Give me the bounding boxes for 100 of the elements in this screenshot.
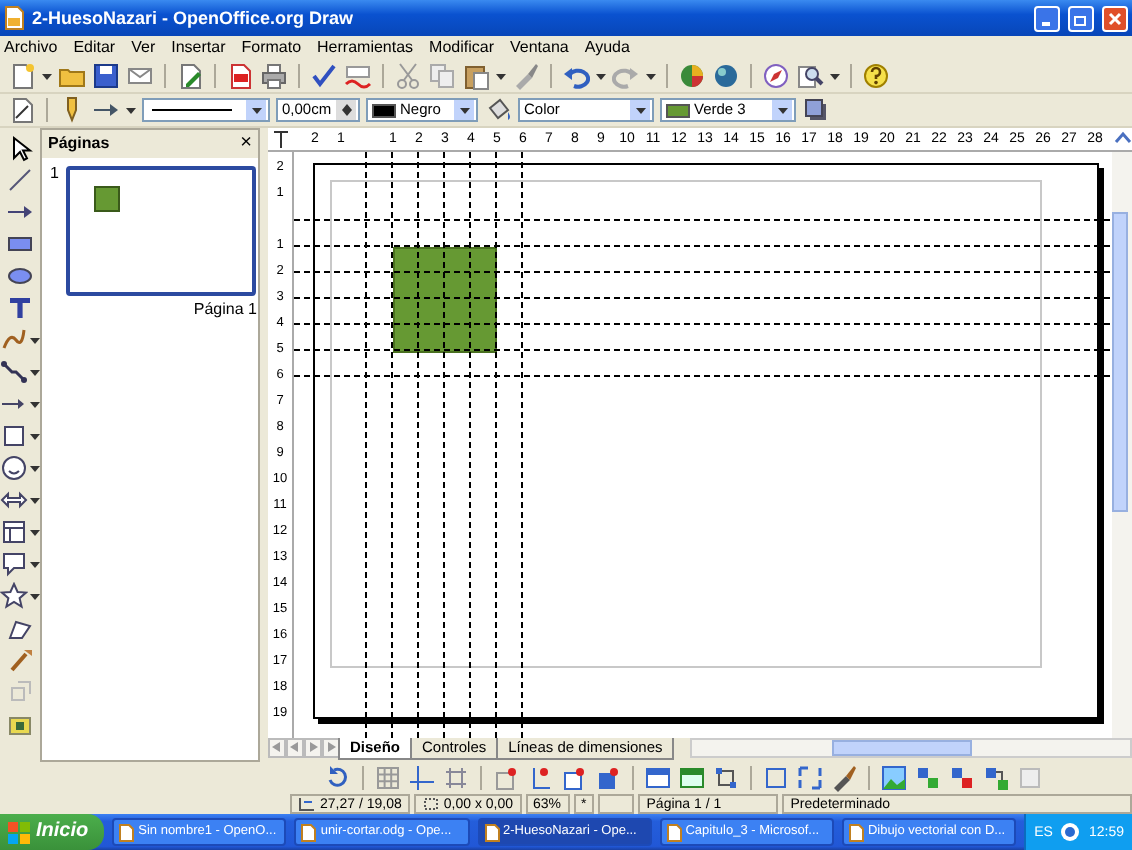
menu-item[interactable]: Editar [73, 40, 116, 56]
snap-point-icon[interactable] [560, 764, 588, 792]
star-icon[interactable] [0, 582, 28, 610]
clipboard-icon[interactable] [462, 62, 490, 90]
image-icon[interactable] [880, 764, 908, 792]
caret-icon[interactable] [30, 529, 40, 535]
text-icon[interactable] [6, 294, 34, 322]
snap-line[interactable] [365, 152, 367, 738]
printer-icon[interactable] [260, 62, 288, 90]
caret-icon[interactable] [30, 401, 40, 407]
snap-line[interactable] [391, 152, 393, 738]
squiggle-icon[interactable] [344, 62, 372, 90]
connector-icon[interactable] [0, 358, 28, 386]
sheet-nav-button[interactable] [286, 738, 304, 758]
callout-icon[interactable] [0, 550, 28, 578]
undo-icon[interactable] [562, 62, 590, 90]
curve-icon[interactable] [0, 326, 28, 354]
caret-icon[interactable] [42, 73, 52, 79]
flowchart-icon[interactable] [0, 518, 28, 546]
caret-icon[interactable] [30, 561, 40, 567]
snap-grid-icon[interactable] [442, 764, 470, 792]
menu-item[interactable]: Modificar [429, 40, 494, 56]
snap-line[interactable] [417, 152, 419, 738]
window-icon[interactable] [678, 764, 706, 792]
line-properties-icon[interactable] [8, 96, 36, 124]
menu-item[interactable]: Formato [241, 40, 302, 56]
sheet-nav-button[interactable] [268, 738, 286, 758]
square-icon[interactable] [0, 422, 28, 450]
caret-icon[interactable] [30, 337, 40, 343]
snap-line[interactable] [294, 271, 1112, 273]
caret-icon[interactable] [830, 73, 840, 79]
snap-line[interactable] [443, 152, 445, 738]
smiley-icon[interactable] [0, 454, 28, 482]
ungroup-icon[interactable] [948, 764, 976, 792]
double-arrow-icon[interactable] [0, 486, 28, 514]
ellipse-icon[interactable] [6, 262, 34, 290]
snap-line[interactable] [294, 219, 1112, 221]
snap-line[interactable] [294, 323, 1112, 325]
page-thumbnail[interactable] [66, 166, 257, 296]
snap-line[interactable] [294, 349, 1112, 351]
menu-item[interactable]: Insertar [171, 40, 226, 56]
caret-icon[interactable] [30, 433, 40, 439]
caret-icon[interactable] [635, 107, 645, 113]
caret-icon[interactable] [30, 369, 40, 375]
menu-item[interactable]: Archivo [4, 40, 58, 56]
sheet-nav-button[interactable] [304, 738, 322, 758]
caret-icon[interactable] [30, 497, 40, 503]
caret-icon[interactable] [596, 73, 606, 79]
menu-item[interactable]: Herramientas [317, 40, 414, 56]
snap-line[interactable] [469, 152, 471, 738]
rotate-icon[interactable] [324, 764, 352, 792]
snap-object-icon[interactable] [594, 764, 622, 792]
caret-icon[interactable] [251, 107, 261, 113]
brush-icon[interactable] [830, 764, 858, 792]
globe-icon[interactable] [712, 62, 740, 90]
check-icon[interactable] [310, 62, 338, 90]
tray-icon[interactable] [1060, 822, 1081, 842]
caret-icon[interactable] [459, 107, 469, 113]
snap-line[interactable] [294, 375, 1112, 377]
group-icon[interactable] [914, 764, 942, 792]
caret-icon[interactable] [30, 593, 40, 599]
caret-icon[interactable] [646, 73, 656, 79]
status-field [598, 794, 635, 814]
snap-line[interactable] [294, 297, 1112, 299]
scroll-up-icon[interactable] [1114, 130, 1132, 148]
help-icon[interactable] [862, 62, 890, 90]
line-icon[interactable] [6, 166, 34, 194]
pencil-icon[interactable] [6, 646, 34, 674]
new-document-icon[interactable] [8, 62, 36, 90]
ruler-origin-icon[interactable] [268, 128, 294, 150]
pdf-icon[interactable] [226, 62, 254, 90]
snap-line[interactable] [495, 152, 497, 738]
caret-icon[interactable] [30, 465, 40, 471]
edit-document-icon[interactable] [176, 62, 204, 90]
caret-icon[interactable] [496, 73, 506, 79]
shadow-icon[interactable] [802, 96, 830, 124]
paint-bucket-icon[interactable] [484, 96, 512, 124]
crop-handles-icon[interactable] [796, 764, 824, 792]
pie-chart-icon[interactable] [678, 62, 706, 90]
caret-icon[interactable] [126, 107, 136, 113]
square-shape[interactable] [393, 247, 497, 353]
snap-line[interactable] [521, 152, 523, 738]
menu-item[interactable]: Ver [131, 40, 156, 56]
snap-line[interactable] [294, 245, 1112, 247]
menu-item[interactable]: Ayuda [584, 40, 630, 56]
zoom-icon[interactable] [796, 62, 824, 90]
combine-icon[interactable] [982, 764, 1010, 792]
close-button[interactable]: × [240, 134, 252, 154]
snap-frame-icon[interactable] [492, 764, 520, 792]
menu-item[interactable]: Ventana [510, 40, 569, 56]
vertical-scrollbar[interactable] [1112, 152, 1132, 738]
window-icon[interactable] [644, 764, 672, 792]
frame-icon[interactable] [762, 764, 790, 792]
caret-icon[interactable] [777, 107, 787, 113]
compass-icon[interactable] [762, 62, 790, 90]
guides-icon[interactable] [408, 764, 436, 792]
handles-icon[interactable] [712, 764, 740, 792]
line-style-dropdown[interactable] [142, 98, 270, 122]
horizontal-scrollbar[interactable] [690, 738, 1132, 758]
save-icon[interactable] [92, 62, 120, 90]
